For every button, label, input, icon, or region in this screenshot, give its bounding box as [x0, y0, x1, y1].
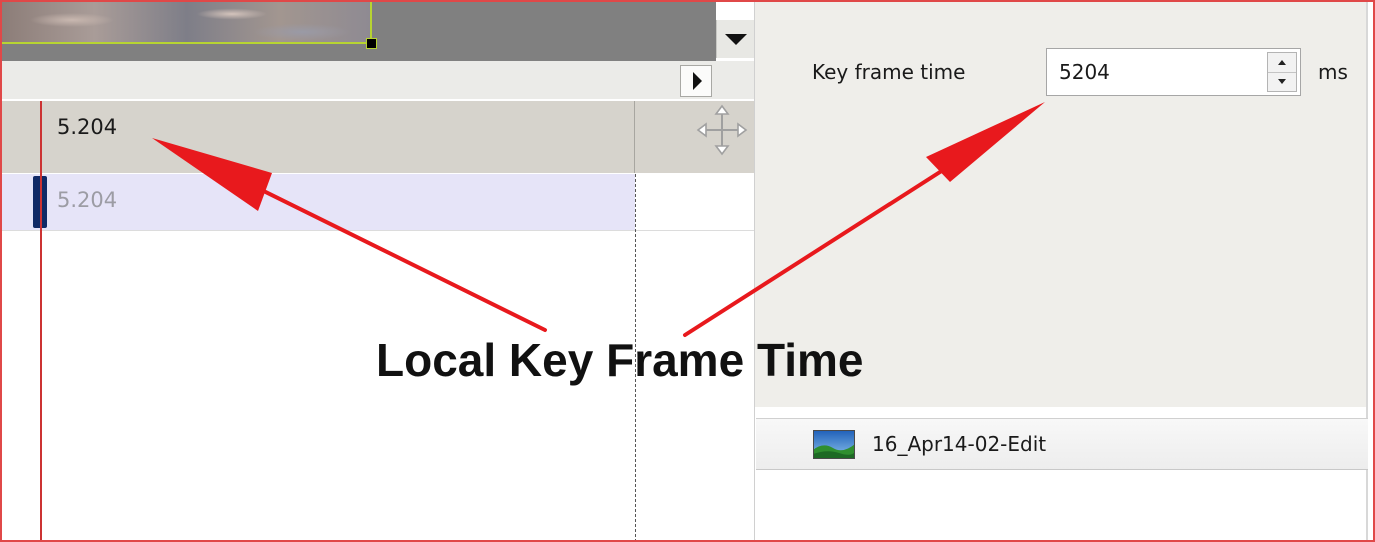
- annotation-arrows: [152, 102, 1045, 337]
- arrow-to-timeline: [152, 138, 547, 332]
- annotation-label: Local Key Frame Time: [376, 334, 864, 386]
- arrow-to-spinbox: [683, 102, 1045, 337]
